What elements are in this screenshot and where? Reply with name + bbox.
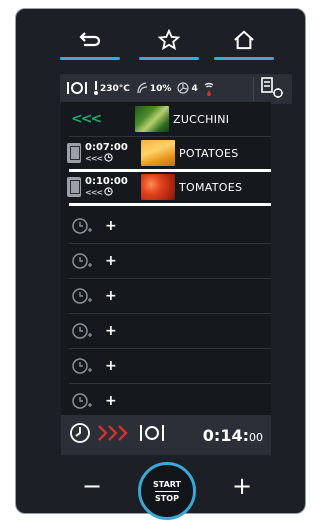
add-timer-icon <box>69 286 95 306</box>
humidity-icon <box>136 81 148 97</box>
clock-icon <box>104 186 113 199</box>
back-button[interactable] <box>60 27 120 67</box>
timer-sub: <<< <box>85 152 141 165</box>
row-divider <box>69 203 271 206</box>
status-divider <box>253 77 254 101</box>
mode-indicator <box>66 80 88 99</box>
timer-block: 0:07:00 <<< <box>85 142 141 165</box>
temperature-group: 230°C <box>94 80 130 98</box>
cooking-list: <<< ZUCCHINI 0:07:00 <<< POTATOES 0:10:0… <box>61 102 271 454</box>
fan-speed-value: 4 <box>191 84 198 94</box>
food-label: ZUCCHINI <box>173 112 230 126</box>
fan-icon <box>177 81 190 97</box>
list-item-zucchini[interactable]: <<< ZUCCHINI <box>61 104 271 137</box>
food-label: TOMATOES <box>179 180 243 194</box>
empty-slot[interactable]: + <box>61 211 271 244</box>
list-item-tomatoes[interactable]: 0:10:00 <<< TOMATOES <box>61 172 271 206</box>
add-label: + <box>105 393 117 409</box>
start-stop-divider <box>155 490 179 492</box>
row-divider <box>69 383 271 384</box>
tomatoes-thumbnail <box>141 174 175 200</box>
row-divider <box>69 348 271 349</box>
back-arrows-icon: <<< <box>85 154 103 163</box>
empty-slot[interactable]: + <box>61 246 271 279</box>
progress-chevrons-red <box>97 424 133 446</box>
timer-value: 0:07:00 <box>85 141 128 153</box>
back-underline <box>60 57 120 60</box>
home-button[interactable] <box>214 27 274 67</box>
total-time: 0:14:00 <box>203 426 263 445</box>
favorites-underline <box>139 57 199 60</box>
add-label: + <box>105 323 117 339</box>
zucchini-thumbnail <box>135 106 169 132</box>
empty-slot[interactable]: + <box>61 351 271 384</box>
empty-slot[interactable]: + <box>61 316 271 349</box>
row-divider <box>69 313 271 314</box>
add-timer-icon <box>69 216 95 236</box>
list-item-potatoes[interactable]: 0:07:00 <<< POTATOES <box>61 138 271 172</box>
status-bar: 230°C 10% 4 <box>60 74 292 104</box>
start-stop-button[interactable]: START STOP <box>138 462 196 520</box>
add-label: + <box>105 288 117 304</box>
start-label: START <box>152 479 182 489</box>
home-icon <box>233 27 255 53</box>
row-divider <box>69 278 271 279</box>
minus-button[interactable]: − <box>80 474 104 500</box>
add-timer-icon <box>69 321 95 341</box>
timer-sub: <<< <box>85 186 141 199</box>
progress-chevrons: <<< <box>71 111 102 127</box>
empty-slot[interactable]: + <box>61 386 271 416</box>
tray-icon <box>67 143 81 163</box>
humidity-value: 10% <box>149 84 172 94</box>
cook-mode-icon <box>66 80 88 99</box>
settings-tray-icon[interactable] <box>260 76 286 102</box>
add-label: + <box>105 253 117 269</box>
total-time-seconds: 00 <box>249 430 263 444</box>
plus-button[interactable]: + <box>230 474 254 500</box>
fan-group: 4 <box>177 81 198 97</box>
total-time-main: 0:14: <box>202 425 249 445</box>
favorites-button[interactable] <box>139 27 199 67</box>
add-timer-icon <box>69 391 95 411</box>
add-timer-icon <box>69 251 95 271</box>
humidity-group: 10% <box>136 81 172 97</box>
row-divider <box>69 243 271 244</box>
tray-icon <box>67 177 81 197</box>
wifi-icon <box>204 80 214 99</box>
food-label: POTATOES <box>179 146 239 160</box>
add-label: + <box>105 358 117 374</box>
clock-icon <box>104 152 113 165</box>
add-label: + <box>105 218 117 234</box>
cook-mode-icon <box>139 423 165 447</box>
star-icon <box>158 27 180 53</box>
stop-label: STOP <box>155 493 179 503</box>
home-underline <box>214 57 274 60</box>
temperature-value: 230°C <box>100 84 130 94</box>
back-arrows-icon: <<< <box>85 188 103 197</box>
back-icon <box>79 27 101 53</box>
thermometer-icon <box>94 80 98 98</box>
add-timer-icon <box>69 356 95 376</box>
potatoes-thumbnail <box>141 140 175 166</box>
row-divider <box>69 136 271 137</box>
timer-clock-icon <box>69 422 91 448</box>
timer-block: 0:10:00 <<< <box>85 176 141 199</box>
total-time-bar: 0:14:00 <box>61 415 271 455</box>
timer-value: 0:10:00 <box>85 175 128 187</box>
empty-slot[interactable]: + <box>61 281 271 314</box>
